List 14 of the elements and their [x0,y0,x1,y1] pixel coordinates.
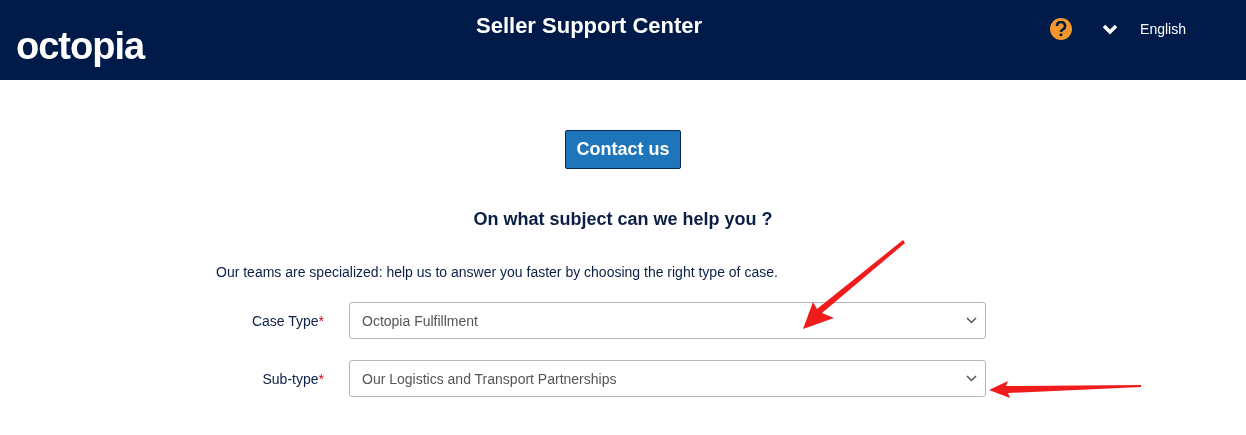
intro-text: Our teams are specialized: help us to answer you faster by choosing the right type of case. [216,264,779,280]
help-icon[interactable] [1050,18,1073,40]
field-label: Sub-type* [261,370,324,387]
page-title: Seller Support Center [475,13,704,39]
chevron-down-icon [966,317,977,324]
logo: octopia [16,24,146,68]
contact-us-button[interactable]: Contact us [565,130,681,169]
dropdown-field[interactable]: Octopia Fulfillment [349,302,986,339]
field-label: Case Type* [250,312,324,329]
chevron-down-icon[interactable] [1102,23,1119,35]
chevron-down-icon [966,375,977,382]
section-heading: On what subject can we help you ? [472,209,774,230]
language-selector[interactable]: English [1140,21,1186,37]
dropdown-field[interactable]: Our Logistics and Transport Partnerships [349,360,986,397]
